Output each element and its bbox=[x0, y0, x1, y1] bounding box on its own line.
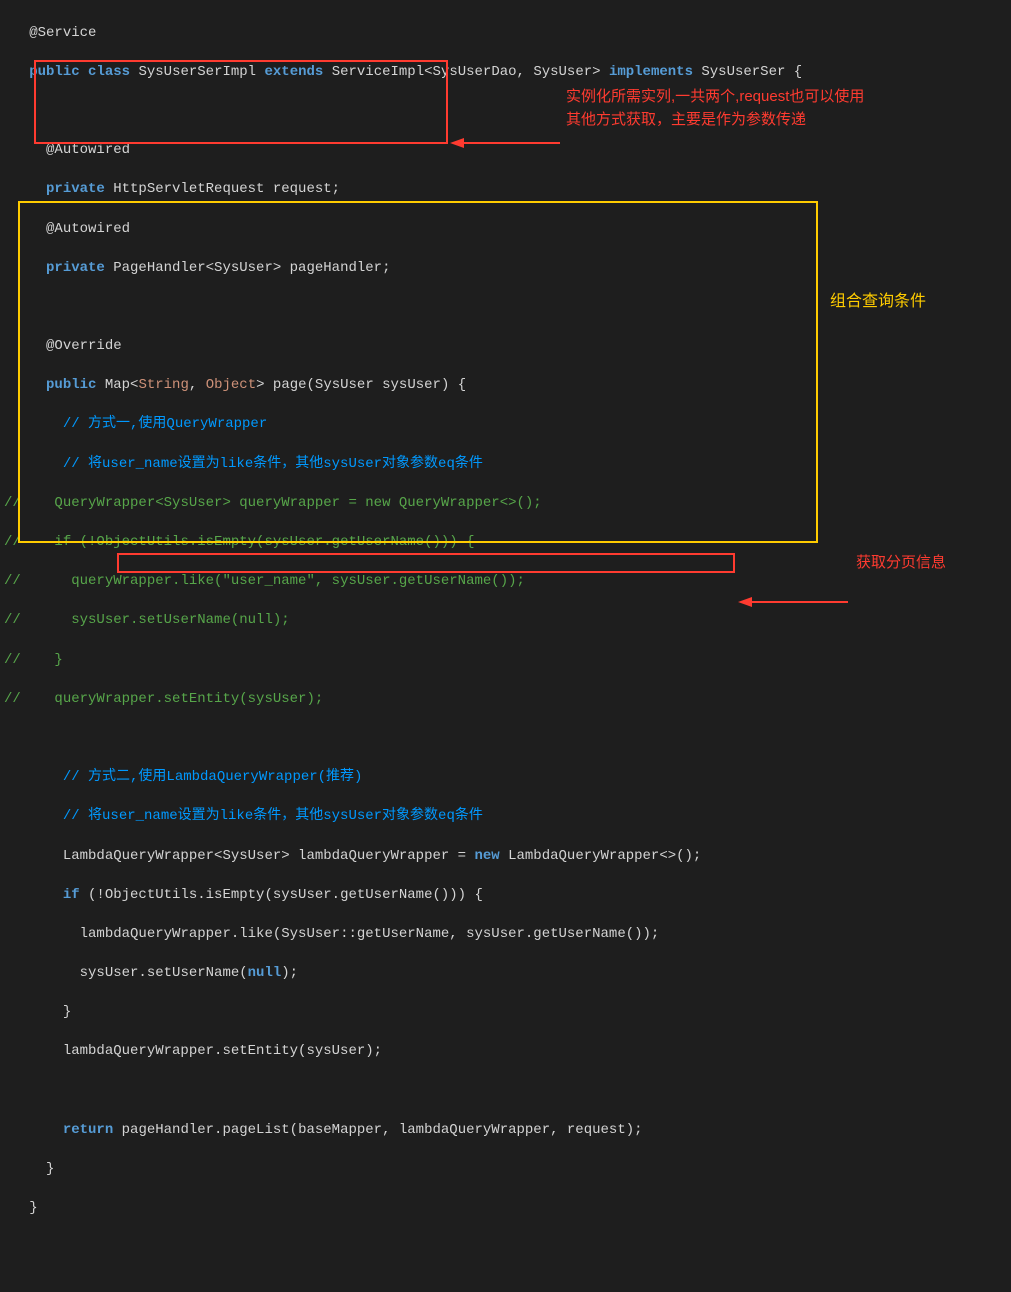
type-object: Object bbox=[206, 377, 256, 393]
comment: // 将user_name设置为like条件，其他sysUser对象参数eq条件 bbox=[63, 456, 483, 472]
kw-new: new bbox=[474, 848, 499, 864]
comment: if (!ObjectUtils.isEmpty(sysUser.getUser… bbox=[21, 534, 475, 550]
comment: // 将user_name设置为like条件，其他sysUser对象参数eq条件 bbox=[63, 808, 483, 824]
text: LambdaQueryWrapper<>(); bbox=[500, 848, 702, 864]
text: sysUser.setUserName( bbox=[80, 965, 248, 981]
text: lambdaQueryWrapper.setEntity(sysUser); bbox=[63, 1043, 382, 1059]
kw-private: private bbox=[46, 181, 105, 197]
annotation-instantiate: 实例化所需实列,一共两个,request也可以使用 其他方式获取，主要是作为参数… bbox=[566, 86, 986, 131]
comment-slash: // bbox=[4, 691, 21, 707]
annotation-autowired: @Autowired bbox=[46, 142, 130, 158]
arrow-icon bbox=[738, 556, 848, 570]
comment: queryWrapper.like("user_name", sysUser.g… bbox=[21, 573, 525, 589]
text: LambdaQueryWrapper<SysUser> lambdaQueryW… bbox=[63, 848, 475, 864]
type-string: String bbox=[138, 377, 188, 393]
text: ServiceImpl<SysUserDao, SysUser> bbox=[323, 64, 609, 80]
comment-slash: // bbox=[4, 573, 21, 589]
comment: } bbox=[21, 652, 63, 668]
comment: // 方式二,使用LambdaQueryWrapper(推荐) bbox=[63, 769, 363, 785]
text: lambdaQueryWrapper.like(SysUser::getUser… bbox=[80, 926, 660, 942]
annotation-autowired: @Autowired bbox=[46, 221, 130, 237]
kw-public: public bbox=[29, 64, 79, 80]
kw-private: private bbox=[46, 260, 105, 276]
comment: // 方式一,使用QueryWrapper bbox=[63, 416, 267, 432]
comment-slash: // bbox=[4, 612, 21, 628]
kw-null: null bbox=[248, 965, 282, 981]
text: > page(SysUser sysUser) { bbox=[256, 377, 466, 393]
comment: sysUser.setUserName(null); bbox=[21, 612, 290, 628]
highlight-box-return bbox=[117, 553, 735, 573]
text: SysUserSer { bbox=[693, 64, 802, 80]
anno-line2: 其他方式获取，主要是作为参数传递 bbox=[566, 111, 806, 128]
text: SysUserSerImpl bbox=[130, 64, 264, 80]
highlight-box-query bbox=[18, 201, 818, 543]
annotation-service: @Service bbox=[29, 25, 96, 41]
comment: QueryWrapper<SysUser> queryWrapper = new… bbox=[21, 495, 542, 511]
brace: } bbox=[29, 1200, 37, 1216]
kw-extends: extends bbox=[264, 64, 323, 80]
annotation-get-page: 获取分页信息 bbox=[856, 552, 946, 575]
annotation-combine-query: 组合查询条件 bbox=[830, 291, 926, 313]
kw-public: public bbox=[46, 377, 96, 393]
text: pageHandler.pageList(baseMapper, lambdaQ… bbox=[113, 1122, 642, 1138]
text: HttpServletRequest request; bbox=[105, 181, 340, 197]
kw-if: if bbox=[63, 887, 80, 903]
kw-return: return bbox=[63, 1122, 113, 1138]
arrow-icon bbox=[450, 97, 560, 111]
text: Map< bbox=[96, 377, 138, 393]
annotation-override: @Override bbox=[46, 338, 122, 354]
text: ); bbox=[281, 965, 298, 981]
comment-slash: // bbox=[4, 652, 21, 668]
kw-class: class bbox=[88, 64, 130, 80]
code-block: @Service public class SysUserSerImpl ext… bbox=[4, 4, 1007, 1292]
text: (!ObjectUtils.isEmpty(sysUser.getUserNam… bbox=[80, 887, 483, 903]
text: PageHandler<SysUser> pageHandler; bbox=[105, 260, 391, 276]
kw-implements: implements bbox=[609, 64, 693, 80]
text: , bbox=[189, 377, 206, 393]
brace: } bbox=[46, 1161, 54, 1177]
comment-slash: // bbox=[4, 495, 21, 511]
anno-line1: 实例化所需实列,一共两个,request也可以使用 bbox=[566, 88, 864, 105]
comment: queryWrapper.setEntity(sysUser); bbox=[21, 691, 323, 707]
comment-slash: // bbox=[4, 534, 21, 550]
brace: } bbox=[63, 1004, 71, 1020]
